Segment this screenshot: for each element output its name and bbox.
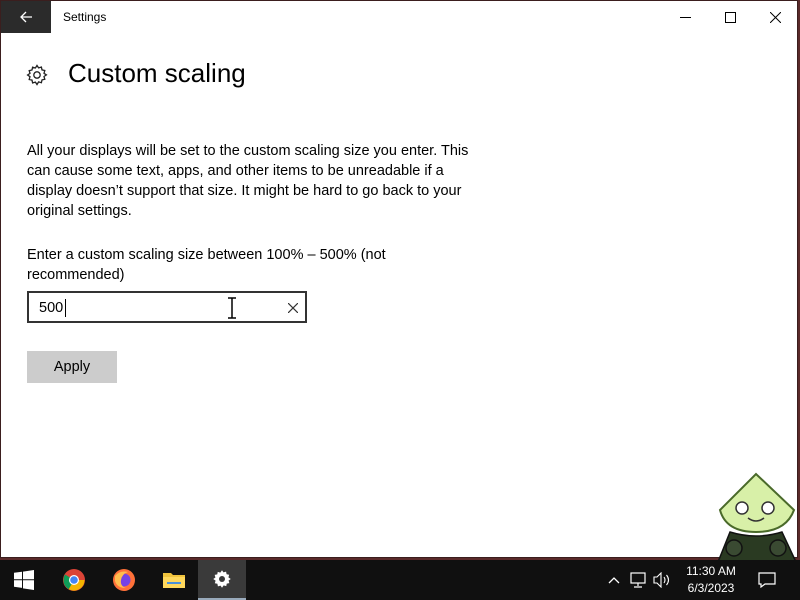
app-title: Settings — [63, 10, 107, 24]
title-bar: Settings — [1, 1, 797, 33]
minimize-icon — [679, 16, 691, 18]
back-button[interactable] — [1, 1, 51, 33]
clock-date: 6/3/2023 — [687, 581, 735, 595]
apply-button[interactable]: Apply — [27, 351, 117, 383]
show-hidden-icons-button[interactable] — [603, 570, 625, 590]
gear-icon — [26, 64, 48, 86]
minimize-button[interactable] — [662, 1, 708, 33]
volume-icon — [653, 572, 670, 588]
start-button[interactable] — [0, 560, 48, 600]
page-title: Custom scaling — [68, 58, 246, 88]
windows-logo-icon — [14, 570, 34, 590]
scaling-input[interactable] — [39, 298, 239, 318]
maximize-icon — [724, 11, 736, 23]
screen: Settings Custom scaling All your display… — [0, 0, 800, 600]
volume-button[interactable] — [651, 570, 673, 590]
clear-input-button[interactable] — [283, 299, 303, 317]
text-caret — [65, 299, 66, 317]
scaling-prompt: Enter a custom scaling size between 100%… — [27, 247, 386, 283]
file-explorer-button[interactable] — [150, 560, 198, 600]
folder-icon — [163, 573, 185, 588]
system-clock[interactable]: 11:30 AM 6/3/2023 — [676, 563, 746, 597]
ibeam-cursor-icon — [228, 297, 236, 319]
character-sticker — [717, 472, 797, 562]
chrome-icon — [63, 569, 85, 591]
gear-icon — [213, 570, 231, 588]
settings-window: Settings Custom scaling All your display… — [0, 0, 798, 558]
settings-taskbar-button[interactable] — [198, 560, 246, 600]
notification-icon — [758, 572, 776, 588]
chrome-button[interactable] — [50, 560, 98, 600]
maximize-button[interactable] — [707, 1, 753, 33]
close-icon — [769, 11, 781, 23]
close-button[interactable] — [752, 1, 798, 33]
back-arrow-icon — [20, 11, 32, 23]
network-icon — [630, 572, 646, 588]
warning-text: All your displays will be set to the cus… — [27, 143, 469, 219]
firefox-button[interactable] — [100, 560, 148, 600]
scaling-input-box[interactable] — [27, 291, 307, 323]
firefox-icon — [113, 569, 135, 591]
network-button[interactable] — [627, 570, 649, 590]
clock-time: 11:30 AM — [686, 564, 736, 578]
chevron-up-icon — [608, 577, 620, 584]
clear-x-icon — [288, 303, 298, 313]
taskbar: 11:30 AM 6/3/2023 — [0, 560, 800, 600]
notification-button[interactable] — [756, 570, 778, 590]
